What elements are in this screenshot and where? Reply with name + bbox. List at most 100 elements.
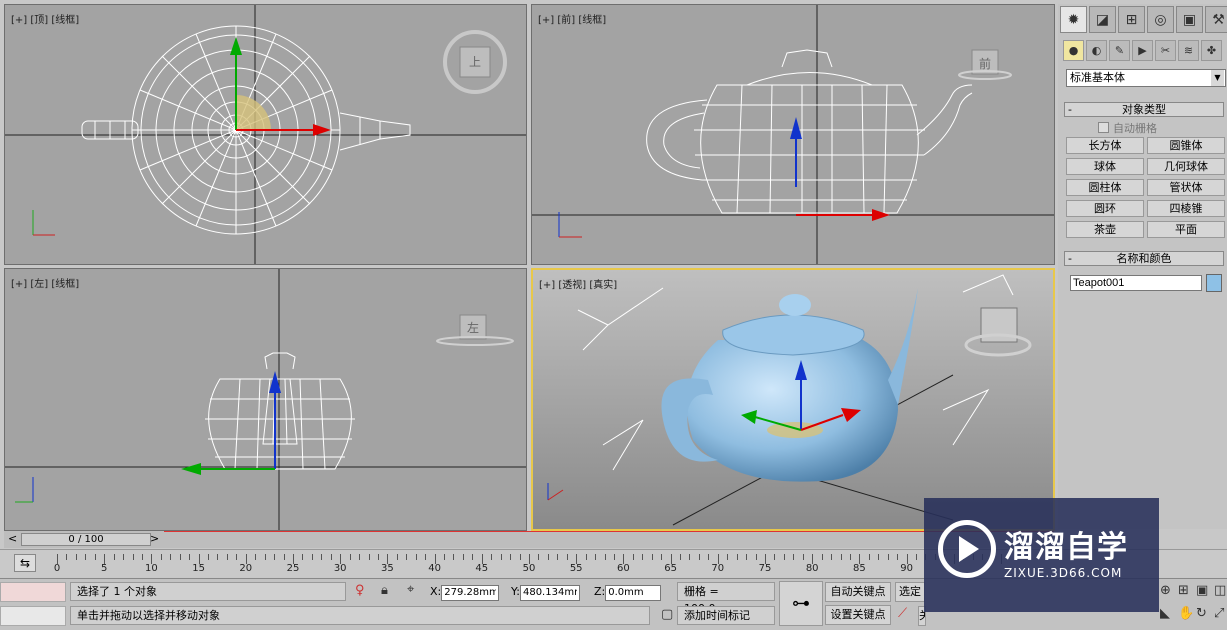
- time-next-button[interactable]: >: [150, 532, 159, 545]
- primitive-button[interactable]: 茶壶: [1066, 221, 1144, 238]
- orbit-icon[interactable]: ↻: [1196, 606, 1207, 621]
- ruler-label: 45: [475, 563, 489, 574]
- primitive-button[interactable]: 球体: [1066, 158, 1144, 175]
- ruler-tick: [680, 554, 682, 560]
- viewcube-top-face[interactable]: 上: [469, 53, 481, 70]
- key-icon[interactable]: ⊶: [779, 581, 823, 626]
- ruler-tick: [302, 554, 304, 560]
- ruler-tick: [462, 554, 464, 560]
- zoom-extents-all-icon[interactable]: ◫: [1214, 583, 1226, 598]
- primitive-button[interactable]: 圆锥体: [1147, 137, 1225, 154]
- primitive-button[interactable]: 长方体: [1066, 137, 1144, 154]
- auto-grid-checkbox[interactable]: 自动栅格: [1098, 120, 1157, 136]
- ruler-label: 90: [900, 563, 913, 574]
- chevron-down-icon[interactable]: ▼: [1211, 70, 1224, 86]
- isolate-selection-icon[interactable]: ♀: [355, 583, 365, 598]
- motion-tab-icon[interactable]: ◎: [1147, 6, 1174, 33]
- geometry-icon[interactable]: ●: [1063, 40, 1084, 61]
- time-slider[interactable]: 0 / 100: [21, 533, 151, 546]
- rollout-collapse-icon[interactable]: -: [1068, 252, 1072, 265]
- ruler-tick: [208, 554, 210, 560]
- y-coordinate: Y:: [511, 583, 580, 601]
- ruler-tick: [661, 554, 663, 560]
- ruler-tick: [651, 554, 653, 560]
- command-panel-tabs: ✹ ◪ ⊞ ◎ ▣ ⚒: [1060, 6, 1227, 34]
- viewport-left-label[interactable]: [+] [左] [线框]: [11, 275, 79, 290]
- y-input[interactable]: [519, 584, 580, 601]
- ruler-tick: [66, 554, 68, 560]
- field-of-view-icon[interactable]: ◣: [1160, 606, 1170, 621]
- shapes-icon[interactable]: ◐: [1086, 40, 1107, 61]
- ruler-label: 10: [145, 563, 158, 574]
- category-dropdown[interactable]: 标准基本体 ▼: [1066, 69, 1226, 87]
- primitive-button[interactable]: 平面: [1147, 221, 1225, 238]
- name-color-rollout[interactable]: - 名称和颜色: [1064, 251, 1224, 266]
- ruler-tick: [538, 554, 540, 560]
- viewport-top-label[interactable]: [+] [顶] [线框]: [11, 11, 79, 26]
- name-color-title: 名称和颜色: [1116, 252, 1172, 265]
- viewport-top[interactable]: [+] [顶] [线框] 上: [4, 4, 527, 265]
- zoom-all-icon[interactable]: ⊞: [1178, 583, 1189, 598]
- viewport-left[interactable]: [+] [左] [线框] 左: [4, 268, 527, 531]
- teapot-perspective-render: [547, 274, 1032, 526]
- viewport-perspective-label[interactable]: [+] [透视] [真实]: [539, 276, 617, 291]
- create-subcategories: ● ◐ ✎ ▶ ✂ ≋ ✤: [1063, 40, 1222, 61]
- object-type-rollout[interactable]: - 对象类型: [1064, 102, 1224, 117]
- display-tab-icon[interactable]: ▣: [1176, 6, 1203, 33]
- modify-tab-icon[interactable]: ◪: [1089, 6, 1116, 33]
- cameras-icon[interactable]: ▶: [1132, 40, 1153, 61]
- time-prev-button[interactable]: <: [8, 532, 17, 545]
- add-time-tag-button[interactable]: 添加时间标记: [677, 606, 775, 625]
- viewcube-front-face[interactable]: 前: [979, 55, 991, 72]
- selected-dropdown[interactable]: 选定: [895, 582, 925, 602]
- lock-selection-icon[interactable]: 🔒︎: [381, 583, 388, 598]
- set-key-button[interactable]: 设置关键点: [825, 605, 891, 625]
- helpers-icon[interactable]: ✂: [1155, 40, 1176, 61]
- maxscript-listener-output[interactable]: [0, 606, 66, 626]
- object-name-input[interactable]: [1070, 275, 1202, 291]
- lights-icon[interactable]: ✎: [1109, 40, 1130, 61]
- ruler-tick: [94, 554, 96, 560]
- viewcube-left-face[interactable]: 左: [467, 319, 479, 336]
- spacewarps-icon[interactable]: ≋: [1178, 40, 1199, 61]
- x-input[interactable]: [441, 584, 500, 601]
- zoom-icon[interactable]: ⊕: [1160, 583, 1171, 598]
- create-tab-icon[interactable]: ✹: [1060, 6, 1087, 33]
- ruler-tick: [547, 554, 549, 560]
- checkbox-icon[interactable]: [1098, 122, 1109, 133]
- viewport-perspective[interactable]: [+] [透视] [真实]: [531, 268, 1055, 531]
- viewport-front-label[interactable]: [+] [前] [线框]: [538, 11, 606, 26]
- ruler-tick: [585, 554, 587, 560]
- tangent-icon[interactable]: ⟋: [898, 606, 907, 621]
- ruler-tick: [330, 554, 332, 560]
- time-tag-icon[interactable]: ▢: [661, 607, 673, 622]
- ruler-tick: [613, 554, 615, 560]
- ruler-tick: [698, 554, 700, 560]
- rollout-collapse-icon[interactable]: -: [1068, 103, 1072, 116]
- primitive-button[interactable]: 四棱锥: [1147, 200, 1225, 217]
- primitive-button[interactable]: 管状体: [1147, 179, 1225, 196]
- zoom-extents-icon[interactable]: ▣: [1196, 583, 1208, 598]
- maxscript-listener-input[interactable]: [0, 582, 66, 602]
- z-input[interactable]: [605, 584, 662, 601]
- systems-icon[interactable]: ✤: [1201, 40, 1222, 61]
- curve-editor-icon[interactable]: ⇆: [14, 554, 36, 572]
- primitive-button[interactable]: 圆柱体: [1066, 179, 1144, 196]
- primitive-button[interactable]: 几何球体: [1147, 158, 1225, 175]
- object-color-swatch[interactable]: [1206, 274, 1222, 292]
- x-label: X:: [430, 585, 442, 598]
- primitive-button[interactable]: 圆环: [1066, 200, 1144, 217]
- selection-status: 选择了 1 个对象: [70, 582, 346, 601]
- ruler-tick: [444, 554, 446, 560]
- ruler-tick: [604, 554, 606, 560]
- utilities-tab-icon[interactable]: ⚒: [1205, 6, 1227, 33]
- ruler-tick: [802, 554, 804, 560]
- maximize-viewport-icon[interactable]: ⤢: [1214, 606, 1224, 621]
- hierarchy-tab-icon[interactable]: ⊞: [1118, 6, 1145, 33]
- x-coordinate: X:: [430, 583, 500, 601]
- auto-key-button[interactable]: 自动关键点: [825, 582, 891, 602]
- z-coordinate: Z:: [594, 583, 662, 601]
- absolute-mode-icon[interactable]: ⌖: [407, 582, 414, 597]
- viewport-front[interactable]: [+] [前] [线框] 前: [531, 4, 1055, 265]
- pan-icon[interactable]: ✋: [1178, 606, 1194, 621]
